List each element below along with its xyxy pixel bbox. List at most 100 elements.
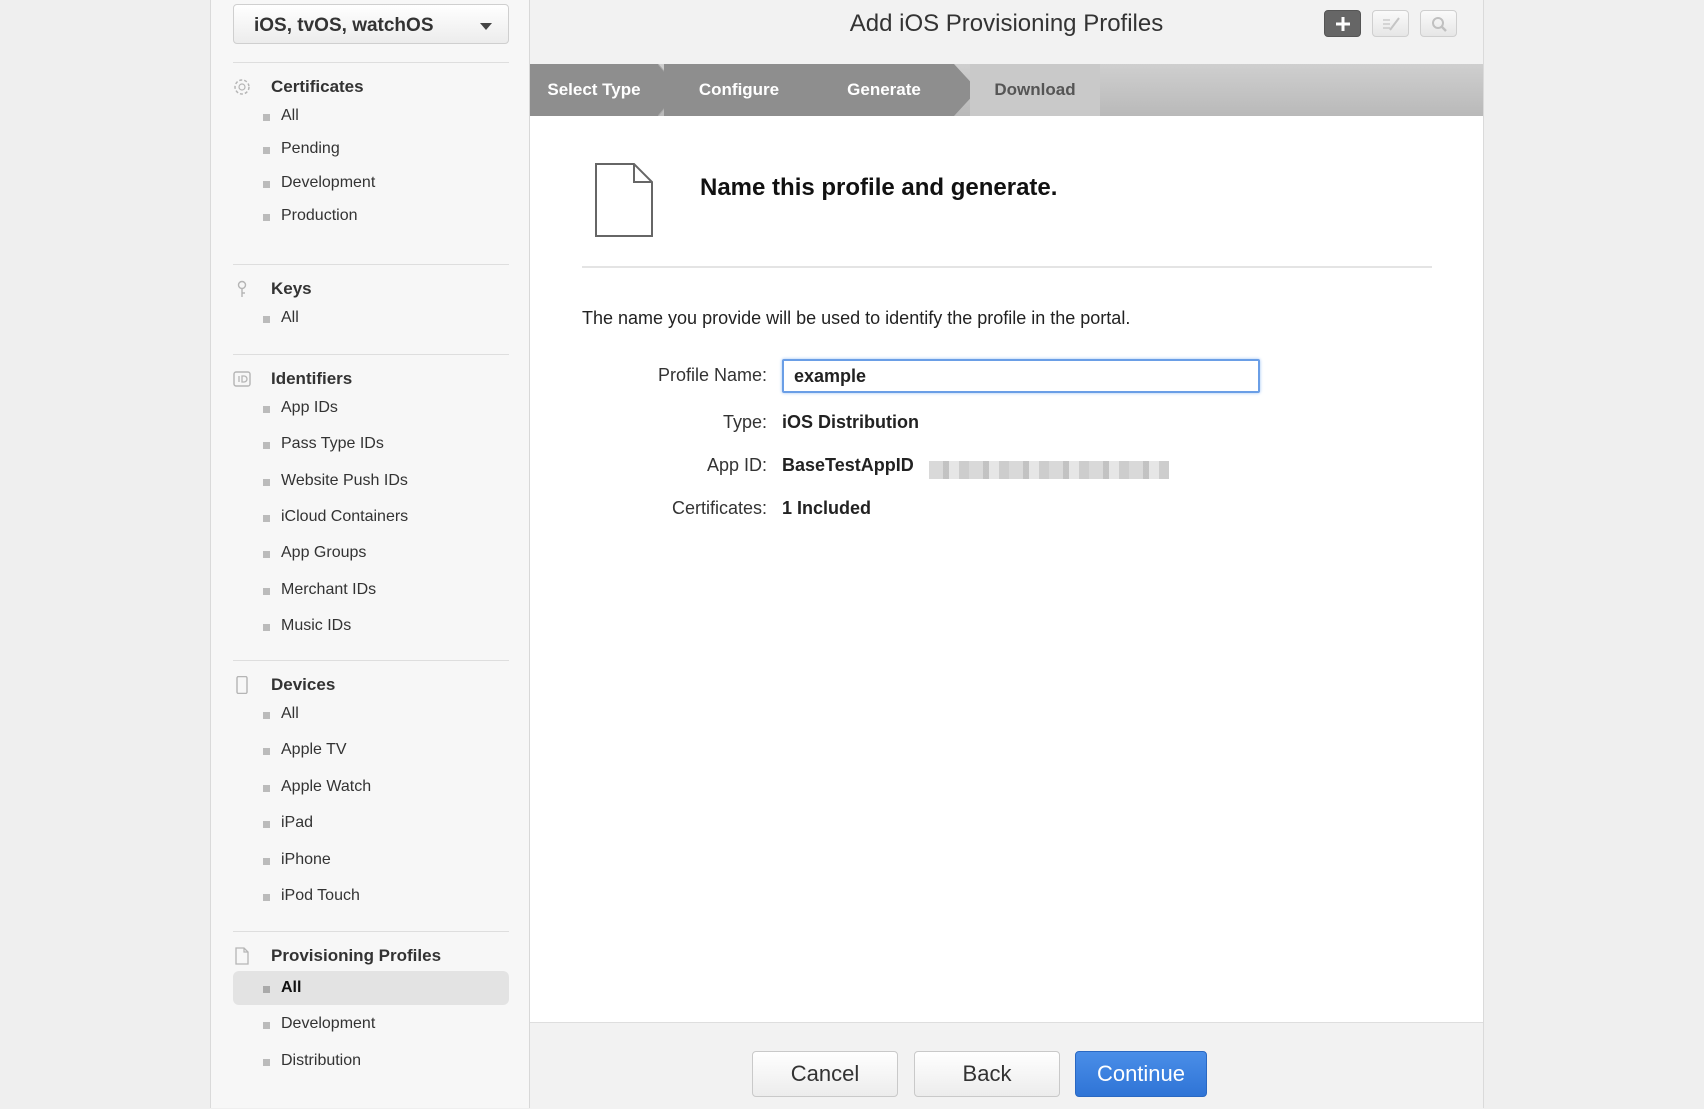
- bullet-icon: [263, 785, 270, 792]
- content-heading: Name this profile and generate.: [700, 174, 1058, 201]
- sidebar: iOS, tvOS, watchOS Certificates All Pend…: [211, 0, 530, 1108]
- bullet-icon: [263, 442, 270, 449]
- sidebar-item-apple-tv[interactable]: Apple TV: [233, 733, 509, 767]
- wizard-steps: Select Type Configure Generate Download: [530, 64, 1483, 116]
- sidebar-item-profiles-all[interactable]: All: [233, 971, 509, 1005]
- sidebar-item-website-push-ids[interactable]: Website Push IDs: [233, 464, 509, 498]
- platform-select[interactable]: iOS, tvOS, watchOS: [233, 4, 509, 44]
- sidebar-item-label: All: [281, 309, 299, 326]
- bullet-icon: [263, 181, 270, 188]
- redacted-app-id: [929, 461, 1169, 479]
- bullet-icon: [263, 588, 270, 595]
- profile-name-row: Profile Name:: [582, 359, 1432, 393]
- cancel-button[interactable]: Cancel: [752, 1051, 898, 1097]
- sidebar-item-label: All: [281, 705, 299, 722]
- sidebar-header-label: Devices: [271, 675, 336, 694]
- bullet-icon: [263, 858, 270, 865]
- sidebar-item-profiles-development[interactable]: Development: [233, 1007, 509, 1041]
- type-value: iOS Distribution: [782, 412, 919, 432]
- profile-name-label: Profile Name:: [657, 365, 767, 385]
- sidebar-item-keys-all[interactable]: All: [233, 301, 509, 335]
- sidebar-item-certificates-development[interactable]: Development: [233, 166, 509, 200]
- sidebar-item-app-groups[interactable]: App Groups: [233, 536, 509, 570]
- search-icon: [1432, 17, 1447, 32]
- sidebar-item-label: Production: [281, 207, 358, 224]
- sidebar-item-merchant-ids[interactable]: Merchant IDs: [233, 573, 509, 607]
- continue-button[interactable]: Continue: [1075, 1051, 1207, 1097]
- app-id-label: App ID:: [706, 455, 767, 475]
- bullet-icon: [263, 551, 270, 558]
- bullet-icon: [263, 147, 270, 154]
- sidebar-item-devices-all[interactable]: All: [233, 697, 509, 731]
- bullet-icon: [263, 1059, 270, 1066]
- edit-icon: [1383, 17, 1400, 31]
- bullet-icon: [263, 515, 270, 522]
- certificates-value: 1 Included: [782, 498, 872, 518]
- sidebar-item-label: App IDs: [281, 399, 338, 416]
- sidebar-divider: [233, 264, 509, 265]
- profile-doc-icon: [235, 947, 249, 965]
- sidebar-item-label: Apple Watch: [281, 778, 372, 795]
- sidebar-item-label: Music IDs: [281, 617, 352, 634]
- intro-text: The name you provide will be used to ide…: [582, 308, 1131, 328]
- app-id-value: BaseTestAppID: [782, 455, 1169, 479]
- app-id-name: BaseTestAppID: [782, 455, 914, 475]
- step-download: Download: [970, 64, 1100, 116]
- bullet-icon: [263, 624, 270, 631]
- sidebar-header-label: Provisioning Profiles: [271, 946, 442, 965]
- bullet-icon: [263, 214, 270, 221]
- add-button[interactable]: [1324, 10, 1361, 37]
- sidebar-item-music-ids[interactable]: Music IDs: [233, 609, 509, 643]
- sidebar-item-label: Pass Type IDs: [281, 435, 384, 452]
- profile-name-input[interactable]: [782, 359, 1260, 393]
- sidebar-item-label: App Groups: [281, 544, 367, 561]
- sidebar-item-icloud-containers[interactable]: iCloud Containers: [233, 500, 509, 534]
- title-bar: Add iOS Provisioning Profiles: [530, 0, 1483, 65]
- certificate-icon: [234, 79, 250, 95]
- step-configure: Configure: [664, 64, 814, 116]
- sidebar-item-ipod-touch[interactable]: iPod Touch: [233, 879, 509, 913]
- back-button[interactable]: Back: [914, 1051, 1060, 1097]
- sidebar-item-label: Development: [281, 174, 376, 191]
- bullet-icon: [263, 821, 270, 828]
- sidebar-header-provisioning-profiles[interactable]: Provisioning Profiles: [233, 944, 509, 968]
- developer-portal-window: iOS, tvOS, watchOS Certificates All Pend…: [210, 0, 1484, 1109]
- device-icon: [236, 676, 248, 694]
- sidebar-item-label: Pending: [281, 140, 340, 157]
- sidebar-header-label: Identifiers: [271, 369, 353, 388]
- bullet-icon: [263, 748, 270, 755]
- sidebar-header-devices[interactable]: Devices: [233, 673, 509, 697]
- sidebar-item-apple-watch[interactable]: Apple Watch: [233, 770, 509, 804]
- sidebar-item-app-ids[interactable]: App IDs: [233, 391, 509, 425]
- bullet-icon: [263, 894, 270, 901]
- search-button[interactable]: [1420, 10, 1457, 37]
- sidebar-item-profiles-distribution[interactable]: Distribution: [233, 1044, 509, 1078]
- sidebar-item-certificates-pending[interactable]: Pending: [233, 132, 509, 166]
- sidebar-item-label: Development: [281, 1015, 376, 1032]
- bullet-icon: [263, 986, 270, 993]
- sidebar-item-label: Apple TV: [281, 741, 347, 758]
- sidebar-divider: [233, 931, 509, 932]
- edit-button[interactable]: [1372, 10, 1409, 37]
- sidebar-item-label: Distribution: [281, 1052, 362, 1069]
- step-generate: Generate: [814, 64, 954, 116]
- certificates-label: Certificates:: [671, 498, 767, 518]
- chevron-down-icon: [480, 23, 492, 30]
- bullet-icon: [263, 406, 270, 413]
- sidebar-item-ipad[interactable]: iPad: [233, 806, 509, 840]
- sidebar-item-certificates-all[interactable]: All: [233, 99, 509, 133]
- sidebar-divider: [233, 354, 509, 355]
- sidebar-header-identifiers[interactable]: Identifiers: [233, 367, 509, 391]
- sidebar-header-certificates[interactable]: Certificates: [233, 75, 509, 99]
- sidebar-item-label: All: [281, 107, 299, 124]
- content-header: Name this profile and generate.: [582, 160, 1432, 268]
- sidebar-item-pass-type-ids[interactable]: Pass Type IDs: [233, 427, 509, 461]
- platform-select-label: iOS, tvOS, watchOS: [254, 15, 434, 36]
- sidebar-item-label: iCloud Containers: [281, 508, 409, 525]
- sidebar-item-label: All: [281, 979, 302, 996]
- sidebar-item-certificates-production[interactable]: Production: [233, 199, 509, 233]
- bullet-icon: [263, 712, 270, 719]
- sidebar-divider: [233, 62, 509, 63]
- sidebar-item-iphone[interactable]: iPhone: [233, 843, 509, 877]
- sidebar-header-keys[interactable]: Keys: [233, 277, 509, 301]
